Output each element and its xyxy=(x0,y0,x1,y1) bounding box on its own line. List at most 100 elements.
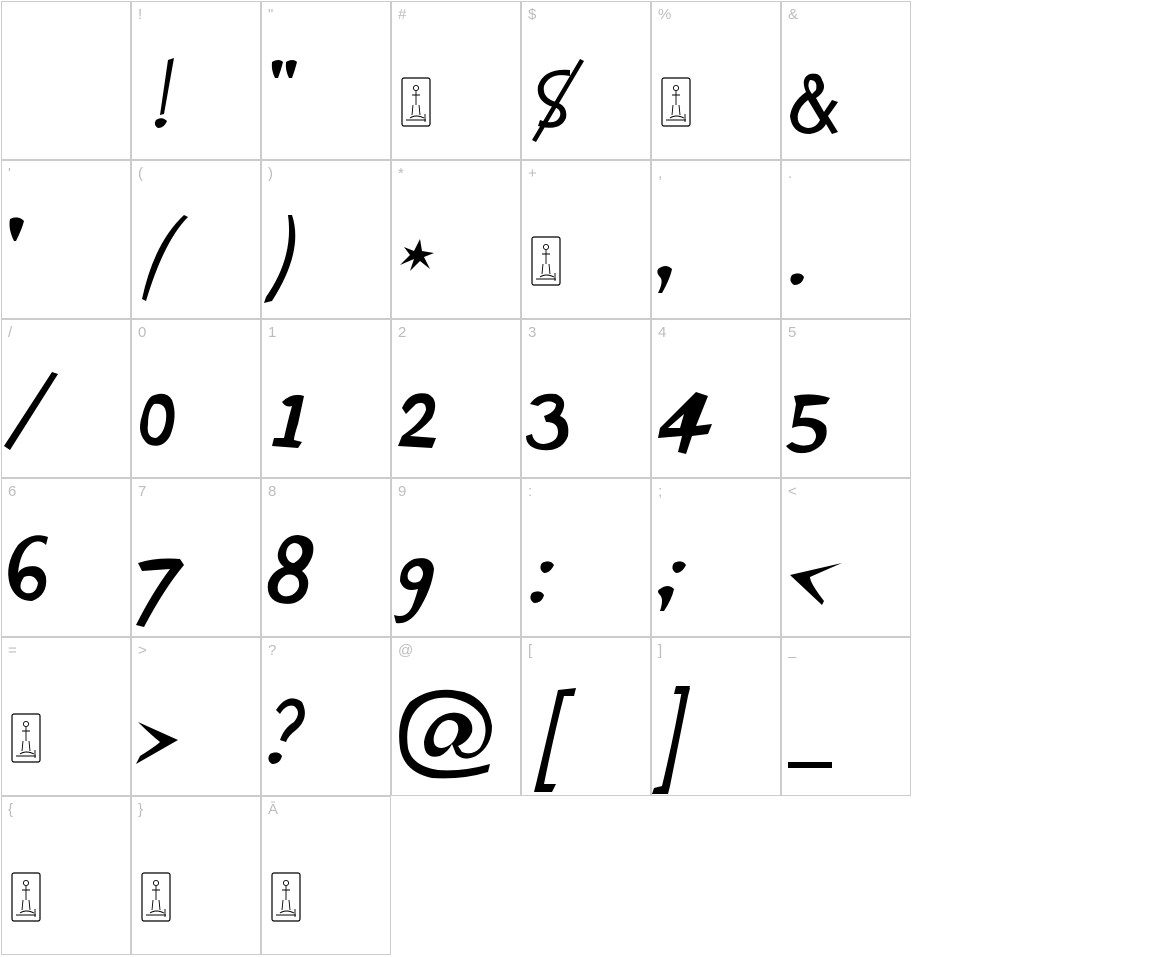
glyph-cell: = xyxy=(1,637,131,796)
character-label: > xyxy=(138,642,147,659)
glyph-four xyxy=(658,392,712,454)
glyph-cell: @ xyxy=(391,637,521,796)
glyph-cell xyxy=(1,1,131,160)
glyph-less xyxy=(790,563,842,605)
character-label: [ xyxy=(528,642,533,659)
glyph-semicolon xyxy=(658,561,686,611)
character-label: ? xyxy=(268,642,277,659)
character-label: " xyxy=(268,6,274,23)
missing-glyph-icon xyxy=(531,236,561,286)
character-label: 7 xyxy=(138,483,147,500)
glyph-cell: ? xyxy=(261,637,391,796)
character-label: ) xyxy=(268,165,273,182)
missing-glyph-icon xyxy=(271,872,301,922)
character-label: ' xyxy=(8,165,11,182)
glyph-two xyxy=(398,393,436,448)
glyph-cell: $ xyxy=(521,1,651,160)
glyph-comma xyxy=(657,266,672,293)
glyph-cell: 1 xyxy=(261,319,391,478)
character-label: $ xyxy=(528,6,537,23)
character-label: & xyxy=(788,6,799,23)
glyph-cell: 2 xyxy=(391,319,521,478)
glyph-cell: > xyxy=(131,637,261,796)
character-label: 0 xyxy=(138,324,147,341)
glyph-slash xyxy=(4,372,58,450)
character-label: @ xyxy=(398,642,414,659)
character-label: 9 xyxy=(398,483,407,500)
character-label: ] xyxy=(658,642,663,659)
glyph-one xyxy=(272,394,304,448)
glyph-dollar xyxy=(532,59,584,142)
glyph-quotesingle xyxy=(9,217,24,241)
glyph-cell: Ā xyxy=(261,796,391,955)
glyph-cell: ; xyxy=(651,478,781,637)
character-label: { xyxy=(8,801,14,818)
character-label: * xyxy=(398,165,404,182)
glyph-cell: ( xyxy=(131,160,261,319)
glyph-colon xyxy=(530,561,554,603)
character-label: = xyxy=(8,642,17,659)
glyph-cell: , xyxy=(651,160,781,319)
glyph-eight xyxy=(267,535,314,604)
glyph-cell: 9 xyxy=(391,478,521,637)
missing-glyph-icon xyxy=(141,872,171,922)
glyph-cell: 7 xyxy=(131,478,261,637)
glyph-cell: _ xyxy=(781,637,911,796)
glyph-nine xyxy=(394,558,434,624)
missing-glyph-icon xyxy=(11,713,41,763)
glyph-cell: / xyxy=(1,319,131,478)
character-label: 4 xyxy=(658,324,667,341)
glyph-cell: . xyxy=(781,160,911,319)
glyph-exclam xyxy=(154,58,174,128)
character-label: + xyxy=(528,165,537,182)
missing-glyph-icon xyxy=(11,872,41,922)
glyph-cell: } xyxy=(131,796,261,955)
glyph-five xyxy=(786,394,830,454)
missing-glyph-icon xyxy=(401,77,431,127)
character-label: 8 xyxy=(268,483,277,500)
glyph-cell: & xyxy=(781,1,911,160)
glyph-cell: " xyxy=(261,1,391,160)
glyph-three xyxy=(526,393,569,451)
glyph-seven xyxy=(136,558,184,627)
glyph-cell: ) xyxy=(261,160,391,319)
glyph-parenleft xyxy=(142,215,188,301)
glyph-greater xyxy=(136,722,178,764)
glyph-six xyxy=(8,535,48,601)
missing-glyph-icon xyxy=(661,77,691,127)
character-label: ; xyxy=(658,483,663,500)
character-label: : xyxy=(528,483,533,500)
glyph-cell: 5 xyxy=(781,319,911,478)
glyph-cell: + xyxy=(521,160,651,319)
glyph-cell: [ xyxy=(521,637,651,796)
glyph-cell: : xyxy=(521,478,651,637)
glyph-quotedbl xyxy=(271,60,297,78)
glyph-cell: 6 xyxy=(1,478,131,637)
glyph-cell: ! xyxy=(131,1,261,160)
character-label: 6 xyxy=(8,483,17,500)
glyph-cell: ' xyxy=(1,160,131,319)
glyph-ampersand xyxy=(790,73,838,134)
character-label: _ xyxy=(788,642,797,659)
character-label: 2 xyxy=(398,324,407,341)
character-label: 3 xyxy=(528,324,537,341)
glyph-parenright xyxy=(264,215,296,303)
glyph-cell: * xyxy=(391,160,521,319)
character-label: ( xyxy=(138,165,143,182)
glyph-at xyxy=(399,689,492,779)
character-label: ! xyxy=(138,6,143,23)
glyph-cell: { xyxy=(1,796,131,955)
glyph-question xyxy=(268,698,305,764)
glyph-bracketright xyxy=(652,686,690,794)
character-label: Ā xyxy=(268,801,279,818)
glyph-zero xyxy=(140,393,175,446)
glyph-underscore xyxy=(788,762,832,768)
glyph-cell: 3 xyxy=(521,319,651,478)
glyph-cell: % xyxy=(651,1,781,160)
character-label: # xyxy=(398,6,407,23)
glyph-cell: 4 xyxy=(651,319,781,478)
glyph-bracketleft xyxy=(534,688,576,792)
glyph-cell: < xyxy=(781,478,911,637)
character-label: . xyxy=(788,165,793,182)
glyph-cell: ] xyxy=(651,637,781,796)
